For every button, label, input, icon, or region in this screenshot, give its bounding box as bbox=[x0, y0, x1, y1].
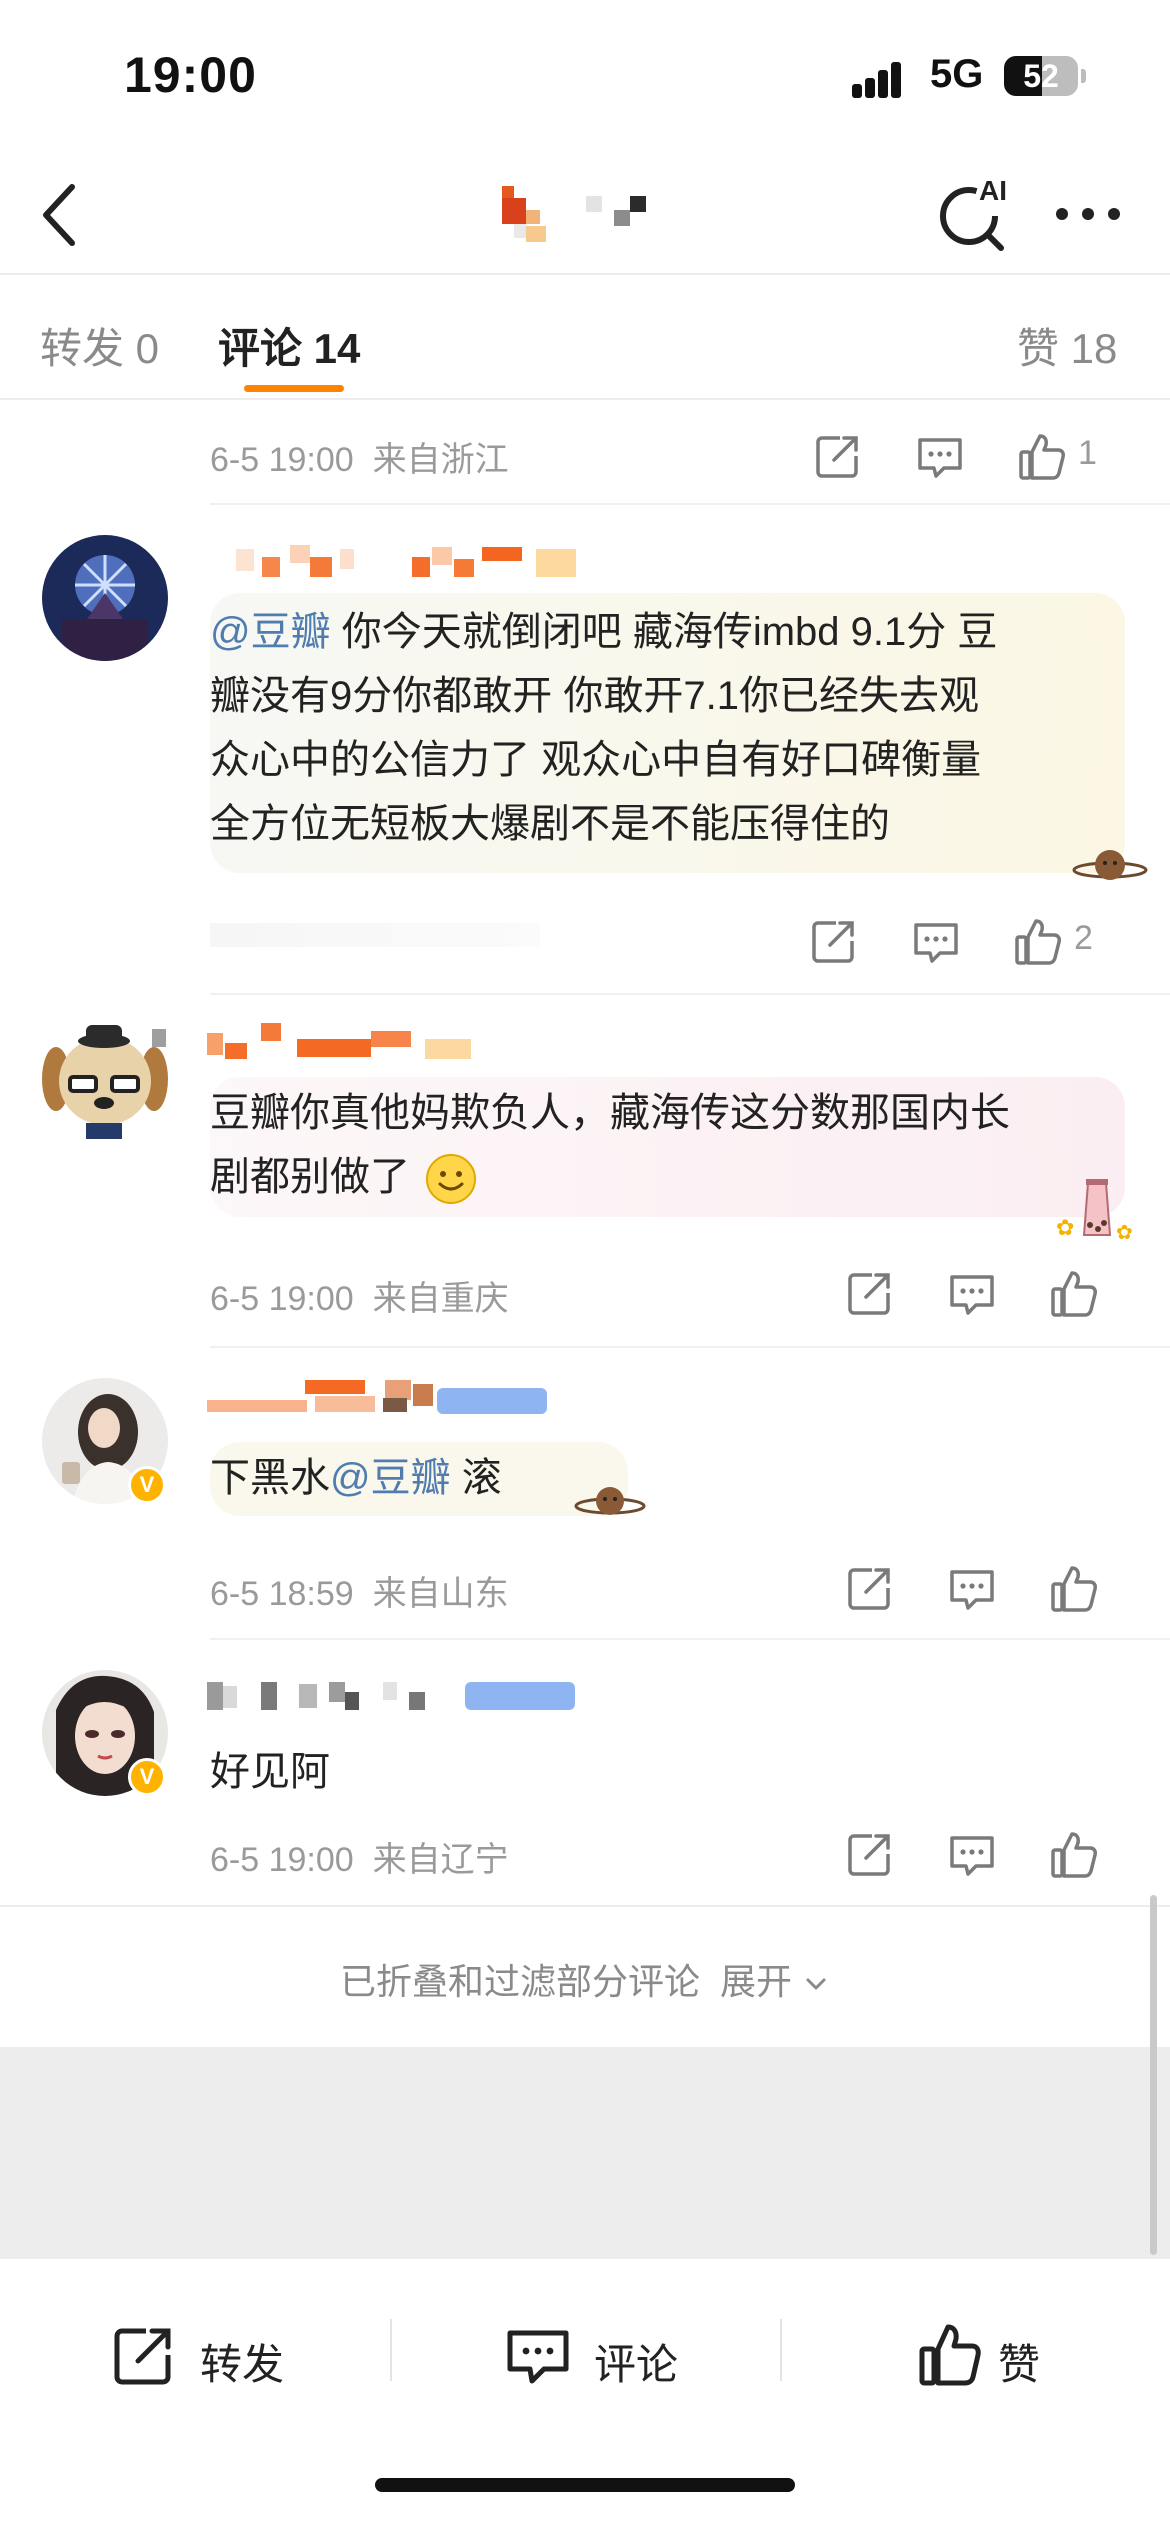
tab-active-indicator bbox=[244, 385, 344, 392]
blurred-meta bbox=[210, 923, 540, 947]
like-label: 赞 bbox=[998, 2341, 1041, 2388]
blurred-username bbox=[205, 1376, 555, 1414]
like-icon[interactable] bbox=[1010, 913, 1066, 969]
verified-badge-icon: V bbox=[128, 1758, 166, 1796]
comment-item: 豆瓣你真他妈欺负人，藏海传这分数那国内长 剧都别做了 ✿ ✿ 6-5 19:00 … bbox=[0, 995, 1170, 1348]
mention-link[interactable]: @豆瓣 bbox=[210, 610, 331, 654]
comment-text: 豆瓣你真他妈欺负人，藏海传这分数那国内长 剧都别做了 bbox=[210, 1081, 1130, 1209]
chevron-down-icon bbox=[806, 1978, 826, 1990]
scrollbar[interactable] bbox=[1150, 1895, 1157, 2255]
comment-time: 6-5 18:59 来自山东 bbox=[210, 1575, 509, 1613]
collapsed-comments-notice[interactable]: 已折叠和过滤部分评论 展开 bbox=[0, 1905, 1170, 2045]
comment-time: 6-5 19:00 来自辽宁 bbox=[210, 1841, 509, 1879]
avatar[interactable] bbox=[42, 1019, 168, 1145]
comment-text: 好见阿 bbox=[210, 1750, 330, 1794]
svg-text:AI: AI bbox=[979, 175, 1007, 206]
comment-meta-row: 6-5 19:00 来自浙江 1 bbox=[0, 400, 1170, 505]
comment-icon[interactable] bbox=[944, 1265, 1000, 1321]
tab-like[interactable]: 赞 18 bbox=[1017, 315, 1117, 376]
bubble-decoration-icon: ✿ ✿ bbox=[1056, 1179, 1133, 1243]
comment-item: V 下黑水@豆瓣 滚 6-5 18:59 来自山东 bbox=[0, 1348, 1170, 1640]
like-icon[interactable] bbox=[1046, 1826, 1102, 1882]
tab-comment[interactable]: 评论 14 bbox=[218, 315, 360, 376]
tab-repost[interactable]: 转发 0 bbox=[40, 315, 159, 376]
like-count: 1 bbox=[1078, 434, 1097, 472]
comment-text: 下黑水@豆瓣 滚 bbox=[210, 1456, 502, 1500]
svg-text:✿: ✿ bbox=[1116, 1222, 1133, 1243]
share-icon bbox=[114, 2328, 171, 2385]
comment-time: 6-5 19:00 来自重庆 bbox=[210, 1280, 509, 1318]
status-bar: 19:00 5G 52 bbox=[0, 0, 1170, 150]
blurred-username bbox=[205, 1021, 475, 1059]
mention-link[interactable]: @豆瓣 bbox=[330, 1456, 451, 1500]
verified-badge-icon: V bbox=[128, 1466, 166, 1504]
expand-link[interactable]: 展开 bbox=[720, 1961, 792, 2002]
divider bbox=[390, 2319, 392, 2381]
empty-area bbox=[0, 2047, 1170, 2257]
status-time: 19:00 bbox=[124, 47, 257, 103]
blurred-username bbox=[205, 1678, 580, 1714]
comment-text: @豆瓣 你今天就倒闭吧 藏海传imbd 9.1分 豆 瓣没有9分你都敢开 你敢开… bbox=[210, 610, 998, 846]
signal-icon bbox=[852, 60, 912, 98]
ai-search-icon: AI bbox=[940, 175, 1007, 251]
comment-button[interactable]: 评论 bbox=[502, 2319, 702, 2399]
more-icon bbox=[1056, 208, 1120, 220]
divider bbox=[780, 2319, 782, 2381]
comment-item: @豆瓣 你今天就倒闭吧 藏海传imbd 9.1分 豆 瓣没有9分你都敢开 你敢开… bbox=[0, 505, 1170, 995]
like-icon[interactable] bbox=[1046, 1560, 1102, 1616]
battery-level: 52 bbox=[1023, 58, 1059, 94]
comment-icon[interactable] bbox=[908, 913, 964, 969]
comment-icon[interactable] bbox=[944, 1826, 1000, 1882]
share-icon[interactable] bbox=[806, 913, 862, 969]
comment-icon[interactable] bbox=[912, 428, 968, 484]
battery-icon: 52 bbox=[1004, 56, 1078, 96]
blurred-title bbox=[488, 180, 688, 250]
bubble-decoration-icon bbox=[1072, 850, 1148, 880]
comment-time: 6-5 19:00 来自浙江 bbox=[210, 441, 509, 479]
like-icon[interactable] bbox=[1014, 428, 1070, 484]
comment-icon[interactable] bbox=[944, 1560, 1000, 1616]
comment-label: 评论 bbox=[594, 2341, 679, 2388]
share-icon[interactable] bbox=[842, 1265, 898, 1321]
repost-label: 转发 bbox=[200, 2341, 285, 2388]
blurred-username bbox=[236, 543, 581, 579]
collapse-label: 已折叠和过滤部分评论 bbox=[339, 1961, 700, 2002]
bubble-decoration-icon bbox=[574, 1487, 646, 1515]
like-button[interactable]: 赞 bbox=[914, 2319, 1064, 2399]
share-icon[interactable] bbox=[842, 1826, 898, 1882]
share-icon[interactable] bbox=[842, 1560, 898, 1616]
like-icon bbox=[919, 2324, 981, 2386]
avatar[interactable] bbox=[42, 535, 168, 661]
share-icon[interactable] bbox=[810, 428, 866, 484]
repost-button[interactable]: 转发 bbox=[108, 2319, 308, 2399]
back-icon bbox=[43, 184, 75, 246]
svg-text:✿: ✿ bbox=[1056, 1215, 1074, 1240]
comment-item: V 好见阿 6-5 19:00 来自辽宁 bbox=[0, 1640, 1170, 1905]
like-icon[interactable] bbox=[1046, 1265, 1102, 1321]
comment-icon bbox=[507, 2330, 569, 2384]
ai-search-button[interactable]: AI bbox=[935, 172, 1015, 252]
back-button[interactable] bbox=[30, 175, 90, 255]
more-button[interactable] bbox=[1052, 178, 1132, 248]
smile-emoji-icon bbox=[426, 1154, 477, 1205]
battery-cap bbox=[1081, 69, 1086, 83]
top-navigation: AI bbox=[0, 150, 1170, 275]
detail-tabs: 转发 0 评论 14 赞 18 bbox=[0, 275, 1170, 400]
home-indicator[interactable] bbox=[375, 2478, 795, 2492]
network-type: 5G bbox=[930, 52, 984, 96]
like-count: 2 bbox=[1074, 919, 1093, 957]
